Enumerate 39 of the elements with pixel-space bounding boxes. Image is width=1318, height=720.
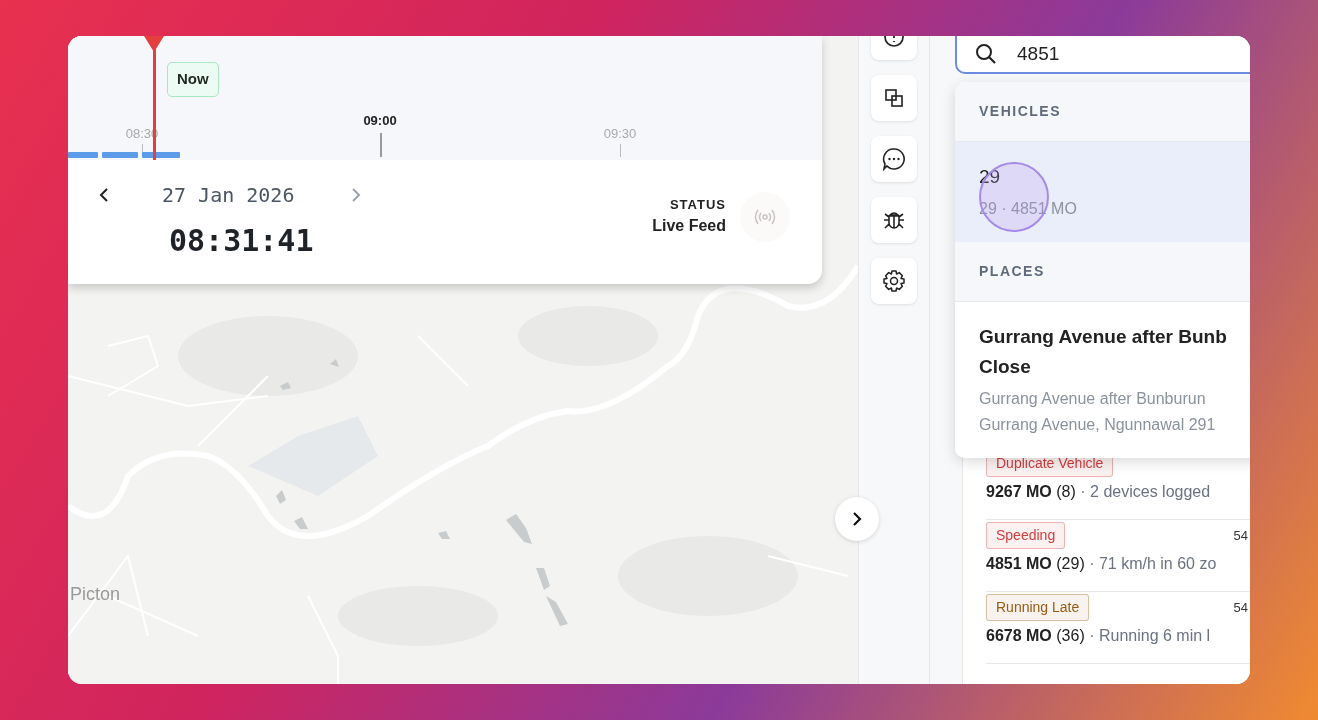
coverage-bar	[142, 152, 180, 158]
debug-button[interactable]	[871, 197, 917, 243]
chevron-right-icon	[852, 511, 862, 527]
coverage-bar	[102, 152, 138, 158]
result-title: Close	[979, 355, 1032, 379]
search-icon	[975, 43, 997, 65]
place-label: Picton	[70, 583, 121, 606]
previous-day-icon[interactable]	[98, 187, 110, 203]
coverage-bar	[68, 152, 98, 158]
broadcast-icon	[753, 208, 777, 225]
layers-button[interactable]	[871, 75, 917, 121]
alert-time: 54	[1233, 598, 1248, 617]
result-subtitle: Gurrang Avenue, Ngunnawal 291	[979, 415, 1217, 435]
alert-summary: 9267 MO (8) · 2 devices logged	[986, 482, 1212, 502]
result-subtitle: Gurrang Avenue after Bunburun	[979, 389, 1207, 409]
tick-label: 09:00	[363, 112, 397, 130]
search-field[interactable]: 4851	[955, 36, 1250, 74]
chat-bubble-icon	[882, 147, 906, 171]
place-result[interactable]: Gurrang Avenue after Bunb Close Gurrang Avenue after Bunburun Gurrang Avenue, Ngunnawal 291	[955, 302, 1250, 458]
settings-button[interactable]	[871, 258, 917, 304]
alert-time: 54	[1233, 526, 1248, 545]
now-label: Now	[167, 62, 219, 97]
result-title: Gurrang Avenue after Bunb	[979, 325, 1228, 349]
status-value: Live Feed	[652, 216, 726, 237]
date-label: 27 Jan 2026	[162, 182, 295, 209]
tick-label: 09:30	[603, 125, 637, 143]
alert-summary: 6678 MO (36) · Running 6 min l	[986, 626, 1212, 646]
overlapping-squares-icon	[884, 88, 904, 108]
chat-button[interactable]	[871, 136, 917, 182]
alert-tag: Speeding	[986, 522, 1066, 549]
alert-row[interactable]: Speeding 54 4851 MO (29) · 71 km/h in 60 zo	[986, 520, 1250, 592]
settings-icon	[882, 269, 906, 293]
alert-tag: Running Late	[986, 594, 1090, 621]
clock-time: 08:31:41	[169, 222, 315, 260]
section-heading: PLACES	[979, 262, 1045, 281]
section-heading: VEHICLES	[979, 102, 1061, 121]
alert-summary: 4851 MO (29) · 71 km/h in 60 zo	[986, 554, 1218, 574]
status-label: STATUS	[669, 195, 726, 214]
alert-row[interactable]: Running Late 54 6678 MO (36) · Running 6 min l	[986, 592, 1250, 664]
